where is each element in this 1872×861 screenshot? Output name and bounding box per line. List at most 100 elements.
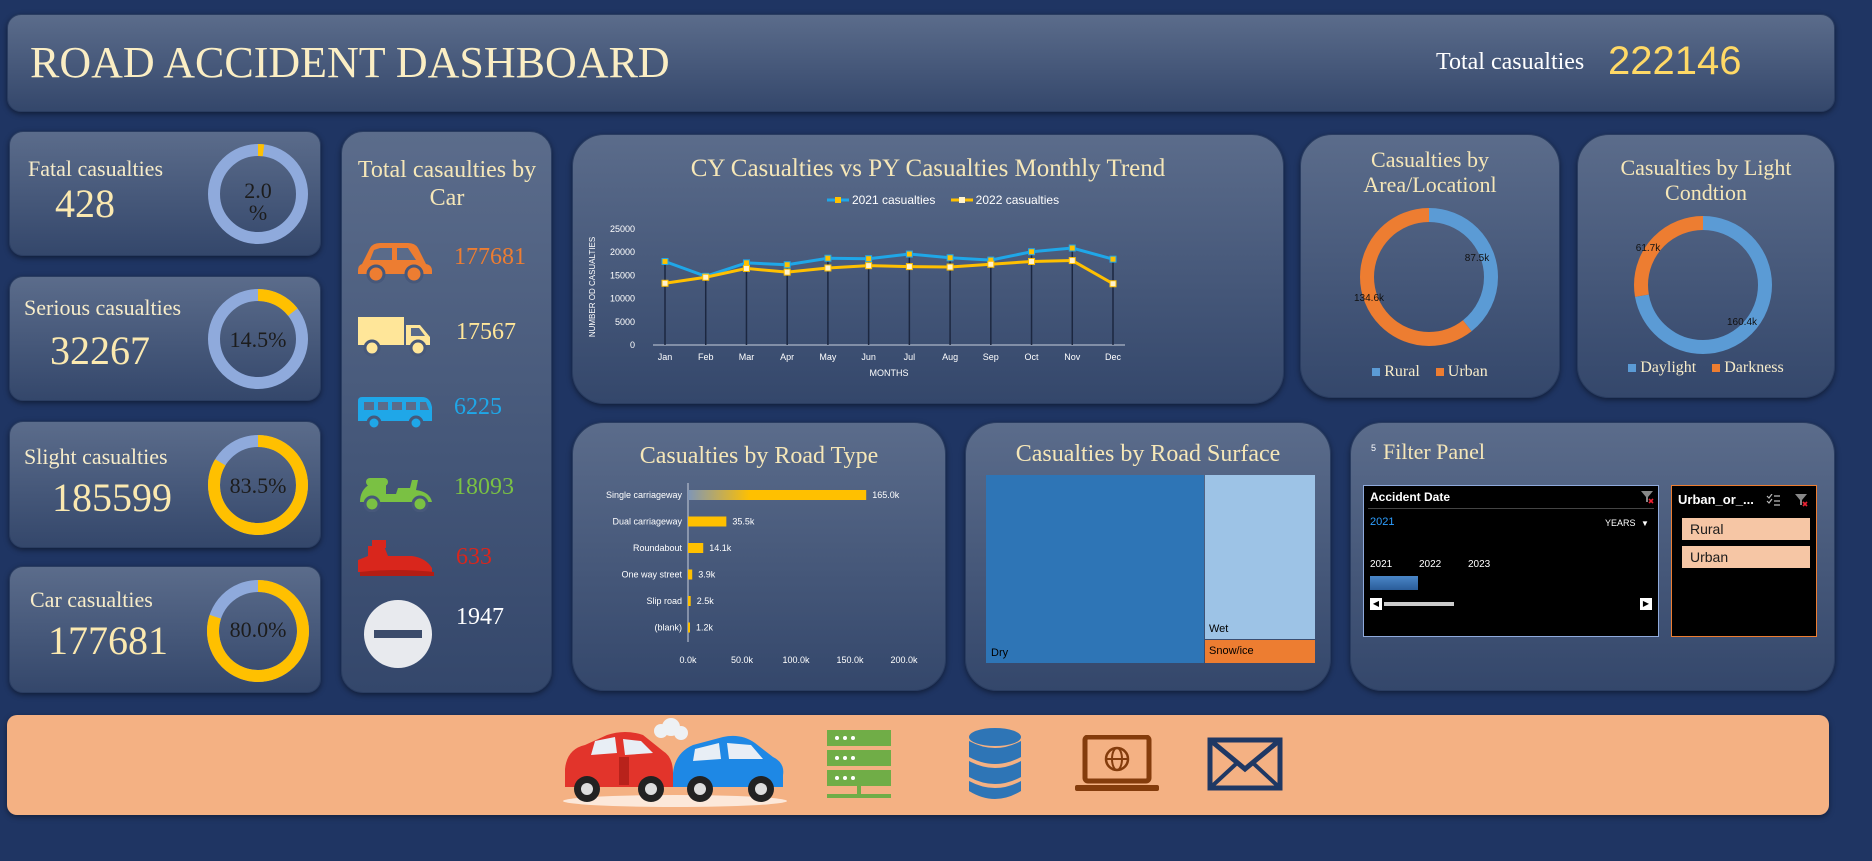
- x-tick-label: 100.0k: [782, 655, 810, 665]
- data-point: [661, 257, 669, 265]
- kpi-percent: 80.0%: [229, 617, 287, 642]
- data-label: 1.2k: [696, 623, 714, 633]
- x-tick-label: May: [819, 352, 837, 362]
- timeline-scroll-left[interactable]: ◀: [1370, 598, 1382, 610]
- bar: [688, 543, 704, 553]
- data-label: 3.9k: [698, 570, 716, 580]
- slicer-title: Urban_or_...: [1678, 492, 1754, 507]
- vehicle-value: 18093: [454, 474, 514, 500]
- chevron-down-icon: ▼: [1641, 519, 1649, 528]
- x-tick-label: Apr: [780, 352, 794, 362]
- treemap-label: Dry: [991, 647, 1009, 659]
- x-tick-label: Aug: [942, 352, 958, 362]
- time-level-dropdown[interactable]: YEARS ▼: [1605, 518, 1649, 528]
- chart-legend: Daylight Darkness: [1578, 359, 1834, 377]
- slicer-title: Accident Date: [1370, 490, 1451, 504]
- legend-label: Rural: [1384, 363, 1420, 380]
- clear-filter-icon[interactable]: [1794, 493, 1808, 507]
- footer-bar: [7, 715, 1829, 815]
- data-point: [1068, 244, 1076, 252]
- x-tick-label: Dec: [1105, 352, 1122, 362]
- data-point: [783, 268, 791, 276]
- legend-label: Daylight: [1640, 359, 1697, 376]
- clear-filter-icon[interactable]: [1640, 490, 1654, 504]
- y-tick-label: 10000: [610, 294, 635, 304]
- data-point: [987, 260, 995, 268]
- treemap-label: Snow/ice: [1209, 645, 1254, 657]
- x-tick-label: 150.0k: [836, 655, 864, 665]
- data-point: [1109, 280, 1117, 288]
- tractor-icon: [358, 540, 434, 576]
- slicer-item-urban[interactable]: Urban: [1682, 546, 1810, 568]
- x-tick-label: 50.0k: [731, 655, 754, 665]
- data-point: [905, 263, 913, 271]
- road-type-chart: Single carriageway 165.0k Dual carriageway…: [606, 483, 918, 665]
- kpi-card-serious: Serious casualties 32267 14.5%: [9, 276, 321, 401]
- slicer-item-rural[interactable]: Rural: [1682, 518, 1810, 540]
- data-point: [946, 254, 954, 262]
- y-tick-label: One way street: [621, 570, 682, 580]
- y-tick-label: Roundabout: [633, 543, 683, 553]
- legend-item: Darkness: [1712, 359, 1784, 377]
- kpi-label: Car casualties: [30, 587, 153, 612]
- vehicle-value: 17567: [456, 319, 516, 345]
- chart-title: Casualties by Road Surface: [1015, 441, 1281, 467]
- legend-item: Rural: [1372, 363, 1420, 381]
- timeline-year-label[interactable]: 2021: [1370, 559, 1392, 570]
- x-tick-label: Mar: [739, 352, 755, 362]
- envelope-icon: [1207, 737, 1283, 791]
- multi-select-icon[interactable]: [1766, 494, 1780, 506]
- y-tick-label: Single carriageway: [606, 490, 683, 500]
- bar: [688, 516, 727, 527]
- data-point: [824, 254, 832, 262]
- kpi-card-car: Car casualties 177681 80.0%: [9, 566, 321, 693]
- vehicle-value: 633: [456, 544, 492, 570]
- server-icon: [827, 730, 891, 798]
- treemap-tile-dry: Dry: [986, 475, 1204, 663]
- chart-legend: Rural Urban: [1301, 363, 1559, 381]
- data-label: 61.7k: [1636, 243, 1661, 254]
- monthly-trend-chart: 25000 20000 15000 10000 5000 0 NUMBER OD CASUA…: [588, 224, 1125, 378]
- data-label: 165.0k: [872, 490, 900, 500]
- kpi-percent: 83.5%: [229, 473, 287, 498]
- road-type-card: Casualties by Road Type Single carriagew…: [572, 422, 946, 691]
- filter-badge: 5: [1371, 443, 1377, 453]
- treemap-label: Wet: [1209, 623, 1229, 635]
- y-tick-label: Dual carriageway: [612, 517, 682, 527]
- legend-label: Darkness: [1724, 359, 1784, 376]
- data-label: 2.5k: [697, 596, 715, 606]
- data-point: [742, 264, 750, 272]
- accident-date-slicer[interactable]: Accident Date 2021 YEARS ▼ 2021 2022 202…: [1363, 485, 1659, 637]
- data-point: [824, 264, 832, 272]
- monthly-trend-card: CY Casualties vs PY Casualties Monthly T…: [572, 134, 1284, 404]
- filter-panel-title: Filter Panel: [1383, 439, 1486, 464]
- data-label: 35.5k: [732, 517, 755, 527]
- legend-label: Urban: [1447, 363, 1488, 380]
- kpi-percent: 14.5%: [229, 327, 287, 352]
- y-tick-label: 5000: [615, 317, 635, 327]
- timeline-scroll-right[interactable]: ▶: [1640, 598, 1652, 610]
- urban-rural-slicer[interactable]: Urban_or_... Rural Urban: [1671, 485, 1817, 637]
- data-point: [865, 262, 873, 270]
- timeline-year-label[interactable]: 2022: [1419, 559, 1441, 570]
- kpi-value: 185599: [52, 475, 172, 520]
- y-tick-label: (blank): [654, 623, 682, 633]
- x-tick-label: Feb: [698, 352, 714, 362]
- timeline-year-label[interactable]: 2023: [1468, 559, 1490, 570]
- bar: [688, 569, 693, 580]
- kpi-label: Fatal casualties: [28, 156, 164, 181]
- x-tick-label: Oct: [1025, 352, 1040, 362]
- data-point: [1109, 255, 1117, 263]
- bus-icon: [358, 397, 432, 431]
- x-axis-title: MONTHS: [870, 368, 909, 378]
- timeline-scrollbar[interactable]: [1384, 602, 1454, 606]
- total-casualties-label: Total casualties: [1436, 49, 1585, 75]
- total-casualties-value: 222146: [1608, 39, 1742, 83]
- data-point: [905, 250, 913, 258]
- light-donut-chart: 160.4k 61.7k: [1634, 216, 1772, 354]
- timeline-selection-bar[interactable]: [1370, 576, 1418, 590]
- vehicle-value: 1947: [456, 604, 504, 630]
- bar: [688, 622, 690, 633]
- series-line: [664, 259, 1114, 286]
- road-surface-card: Casualties by Road Surface Dry Wet Snow/…: [965, 422, 1331, 691]
